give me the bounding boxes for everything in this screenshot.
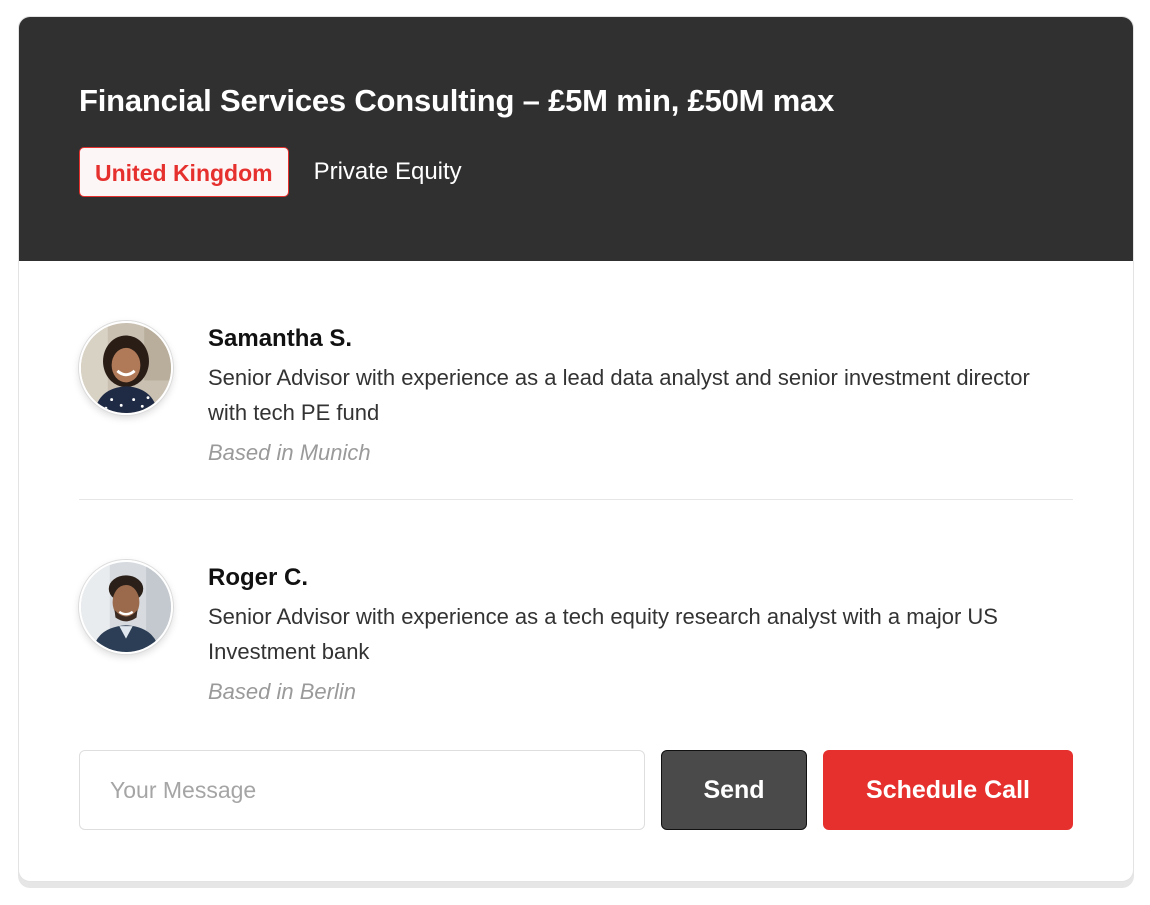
- message-bar: Send Schedule Call: [79, 750, 1073, 830]
- avatar-photo-man-icon: [81, 562, 171, 652]
- advisor-name[interactable]: Roger C.: [208, 563, 1058, 593]
- listing-tags: United Kingdom Private Equity: [79, 147, 1073, 197]
- listing-title: Financial Services Consulting – £5M min,…: [79, 83, 835, 118]
- message-input[interactable]: [79, 750, 645, 830]
- advisor-info: Samantha S. Senior Advisor with experien…: [208, 321, 1058, 468]
- listing-card: Financial Services Consulting – £5M min,…: [18, 16, 1134, 882]
- avatar: [79, 560, 173, 654]
- avatar: [79, 321, 173, 415]
- advisor-location: Based in Munich: [208, 440, 371, 465]
- advisor-list: Samantha S. Senior Advisor with experien…: [19, 261, 1133, 830]
- avatar-photo-woman-icon: [81, 323, 171, 413]
- advisor-location: Based in Berlin: [208, 679, 356, 704]
- country-tag[interactable]: United Kingdom: [79, 147, 289, 197]
- listing-header: Financial Services Consulting – £5M min,…: [19, 17, 1133, 261]
- advisor-description: Senior Advisor with experience as a tech…: [208, 604, 998, 664]
- sector-tag: Private Equity: [313, 158, 462, 185]
- advisor-info: Roger C. Senior Advisor with experience …: [208, 560, 1058, 707]
- send-button[interactable]: Send: [661, 750, 807, 830]
- advisor-name[interactable]: Samantha S.: [208, 324, 1058, 354]
- advisor-description: Senior Advisor with experience as a lead…: [208, 365, 1030, 425]
- advisor-item: Samantha S. Senior Advisor with experien…: [79, 261, 1073, 468]
- advisor-item: Roger C. Senior Advisor with experience …: [79, 500, 1073, 707]
- schedule-call-button[interactable]: Schedule Call: [823, 750, 1073, 830]
